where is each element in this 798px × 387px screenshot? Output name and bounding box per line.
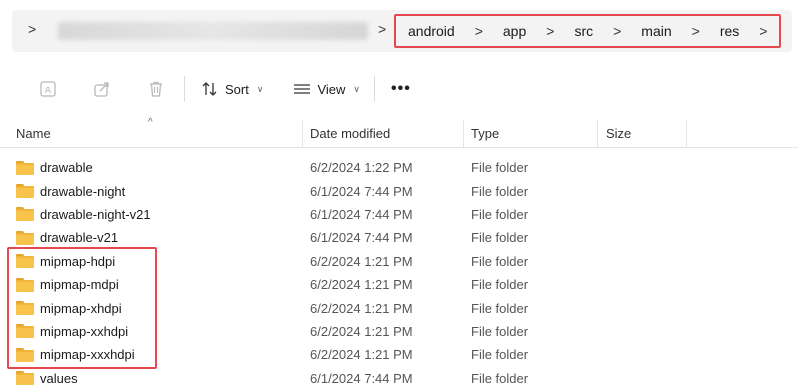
- file-type: File folder: [471, 370, 529, 386]
- breadcrumb-main[interactable]: main: [639, 23, 673, 39]
- address-bar[interactable]: > > android > app > src > main > res >: [12, 10, 792, 52]
- folder-icon: [16, 207, 34, 222]
- folder-icon: [16, 371, 34, 386]
- table-row[interactable]: drawable-v21 6/1/2024 7:44 PM File folde…: [0, 226, 798, 249]
- sort-button[interactable]: Sort ∨: [201, 81, 263, 97]
- breadcrumb-res[interactable]: res: [718, 23, 741, 39]
- share-icon[interactable]: [90, 77, 114, 101]
- breadcrumb-src[interactable]: src: [572, 23, 595, 39]
- chevron-right-icon[interactable]: >: [674, 23, 718, 39]
- file-date: 6/2/2024 1:21 PM: [310, 323, 413, 339]
- folder-icon: [16, 324, 34, 339]
- file-name: mipmap-xxhdpi: [40, 323, 129, 339]
- file-date: 6/1/2024 7:44 PM: [310, 183, 413, 199]
- column-name[interactable]: Name: [16, 126, 51, 141]
- folder-icon: [16, 184, 34, 199]
- toolbar-divider: [373, 76, 375, 102]
- folder-icon: [16, 160, 34, 175]
- toolbar: A Sort ∨ View ∨ •••: [0, 66, 798, 112]
- folder-icon: [16, 277, 34, 292]
- file-date: 6/1/2024 7:44 PM: [310, 370, 413, 386]
- file-type: File folder: [471, 230, 529, 246]
- folder-icon: [16, 347, 34, 362]
- file-type: File folder: [471, 206, 529, 222]
- file-name: drawable-night-v21: [40, 206, 151, 222]
- column-type[interactable]: Type: [471, 126, 499, 141]
- view-button[interactable]: View ∨: [293, 82, 360, 97]
- table-row[interactable]: values 6/1/2024 7:44 PM File folder: [0, 367, 798, 387]
- sort-label: Sort: [225, 81, 249, 97]
- file-date: 6/2/2024 1:21 PM: [310, 253, 413, 269]
- folder-icon: [16, 254, 34, 269]
- column-divider[interactable]: [686, 120, 687, 148]
- file-name: drawable: [40, 160, 93, 176]
- table-row[interactable]: drawable 6/2/2024 1:22 PM File folder: [0, 156, 798, 179]
- view-icon: [294, 84, 311, 94]
- breadcrumb-app[interactable]: app: [501, 23, 528, 39]
- column-date-modified[interactable]: Date modified: [310, 126, 390, 141]
- table-row[interactable]: mipmap-xxhdpi 6/2/2024 1:21 PM File fold…: [0, 320, 798, 343]
- file-name: mipmap-xhdpi: [40, 300, 122, 316]
- chevron-down-icon: ∨: [256, 83, 264, 94]
- column-divider[interactable]: [463, 120, 464, 148]
- file-name: mipmap-mdpi: [40, 277, 119, 293]
- folder-icon: [16, 230, 34, 245]
- column-header: ^ Name Date modified Type Size: [0, 117, 798, 148]
- breadcrumb-android[interactable]: android: [406, 23, 457, 39]
- table-row[interactable]: drawable-night-v21 6/1/2024 7:44 PM File…: [0, 203, 798, 226]
- view-label: View: [317, 81, 346, 97]
- file-name: drawable-v21: [40, 230, 119, 246]
- table-row[interactable]: mipmap-xhdpi 6/2/2024 1:21 PM File folde…: [0, 296, 798, 319]
- table-row[interactable]: drawable-night 6/1/2024 7:44 PM File fol…: [0, 179, 798, 202]
- column-divider[interactable]: [302, 120, 303, 148]
- file-name: drawable-night: [40, 183, 126, 199]
- blurred-path: [58, 22, 368, 40]
- chevron-right-icon[interactable]: >: [528, 23, 572, 39]
- chevron-right-icon[interactable]: >: [741, 23, 771, 39]
- file-name: values: [40, 370, 78, 386]
- column-divider[interactable]: [597, 120, 598, 148]
- chevron-right-icon[interactable]: >: [595, 23, 639, 39]
- file-date: 6/1/2024 7:44 PM: [310, 230, 413, 246]
- file-type: File folder: [471, 253, 529, 269]
- more-options-button[interactable]: •••: [391, 80, 411, 98]
- file-type: File folder: [471, 300, 529, 316]
- folder-icon: [16, 301, 34, 316]
- table-row[interactable]: mipmap-hdpi 6/2/2024 1:21 PM File folder: [0, 250, 798, 273]
- file-date: 6/2/2024 1:21 PM: [310, 347, 413, 363]
- file-name: mipmap-xxxhdpi: [40, 347, 135, 363]
- chevron-right-icon[interactable]: >: [378, 21, 386, 37]
- svg-text:A: A: [45, 86, 52, 96]
- file-type: File folder: [471, 323, 529, 339]
- chevron-right-icon[interactable]: >: [28, 21, 36, 37]
- file-type: File folder: [471, 183, 529, 199]
- breadcrumb: android > app > src > main > res >: [394, 14, 782, 48]
- rename-icon[interactable]: A: [36, 77, 60, 101]
- table-row[interactable]: mipmap-xxxhdpi 6/2/2024 1:21 PM File fol…: [0, 343, 798, 366]
- sort-ascending-icon: ^: [148, 117, 153, 128]
- toolbar-divider: [184, 76, 185, 102]
- file-date: 6/2/2024 1:21 PM: [310, 300, 413, 316]
- sort-icon: [202, 82, 217, 96]
- table-row[interactable]: mipmap-mdpi 6/2/2024 1:21 PM File folder: [0, 273, 798, 296]
- file-list: drawable 6/2/2024 1:22 PM File folder dr…: [0, 156, 798, 387]
- delete-icon[interactable]: [144, 77, 168, 101]
- file-type: File folder: [471, 160, 529, 176]
- file-type: File folder: [471, 347, 529, 363]
- file-date: 6/2/2024 1:21 PM: [310, 277, 413, 293]
- chevron-down-icon: ∨: [353, 83, 360, 94]
- column-size[interactable]: Size: [606, 126, 631, 141]
- file-date: 6/1/2024 7:44 PM: [310, 206, 413, 222]
- file-name: mipmap-hdpi: [40, 253, 116, 269]
- chevron-right-icon[interactable]: >: [457, 23, 501, 39]
- file-type: File folder: [471, 277, 529, 293]
- file-date: 6/2/2024 1:22 PM: [310, 160, 413, 176]
